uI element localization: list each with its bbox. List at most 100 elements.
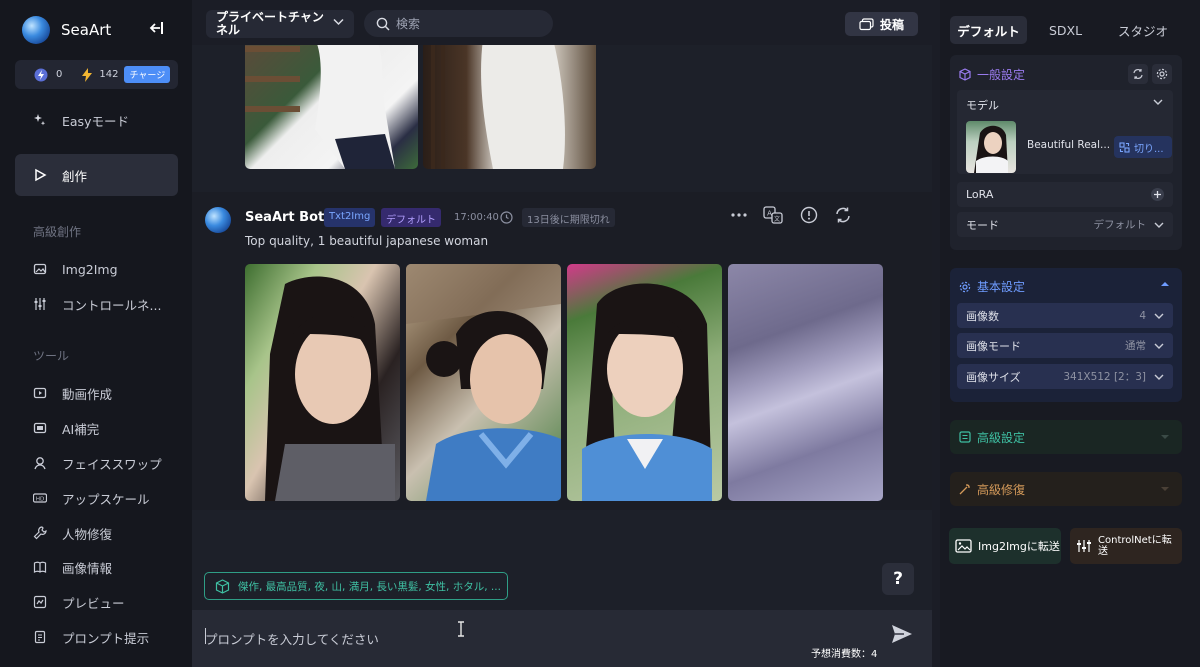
sliders-icon — [34, 298, 46, 310]
nav-tool-video[interactable]: 動画作成 — [15, 376, 178, 410]
more-icon[interactable] — [731, 212, 747, 218]
settings-button[interactable] — [1152, 64, 1172, 84]
mode-value: デフォルト — [1093, 219, 1147, 231]
video-icon — [33, 387, 47, 399]
nav-tool-image-info[interactable]: 画像情報 — [15, 550, 178, 584]
seaart-logo-icon — [22, 16, 50, 44]
channel-selector[interactable]: プライベートチャン ネル — [206, 10, 354, 38]
refresh-button[interactable] — [1128, 64, 1148, 84]
sparkle-icon — [34, 114, 46, 126]
chevron-down-icon[interactable] — [333, 18, 344, 26]
add-lora-icon[interactable] — [1151, 188, 1164, 201]
generated-image-4[interactable] — [728, 264, 883, 501]
previous-image-1-art — [245, 39, 395, 169]
image-mode-value: 通常 — [1125, 340, 1146, 352]
send-icon[interactable] — [891, 624, 913, 644]
svg-text:HD: HD — [36, 497, 44, 503]
nav-tool-upscale[interactable]: HD アップスケール — [15, 481, 178, 515]
search-icon — [376, 17, 390, 31]
nav-tool-label: プレビュー — [62, 595, 125, 611]
nav-tool-label: 動画作成 — [62, 386, 113, 402]
help-button[interactable]: ? — [882, 563, 914, 595]
prompt-suggestion[interactable]: 傑作, 最高品質, 夜, 山, 満月, 長い黒髪, 女性, ホタル, ... — [204, 572, 508, 600]
chevron-down-icon — [1154, 222, 1164, 228]
collapse-sidebar-icon[interactable] — [148, 20, 164, 36]
bot-name: SeaArt Bot — [245, 210, 325, 225]
nav-create-label: 創作 — [62, 168, 88, 184]
nav-tool-label: AI補完 — [62, 421, 100, 437]
advanced-settings-panel[interactable]: 高級設定 — [950, 420, 1182, 454]
generated-image-1[interactable] — [245, 264, 400, 501]
send-to-controlnet-label-line1: ControlNetに転 — [1098, 535, 1172, 546]
stamina-icon — [34, 68, 48, 81]
image-size-row[interactable]: 画像サイズ 341X512 [2：3] — [957, 364, 1173, 389]
expand-icon — [1161, 487, 1169, 491]
image-count-row[interactable]: 画像数 4 — [957, 303, 1173, 328]
nav-tool-prompt-hint[interactable]: プロンプト提示 — [15, 620, 178, 654]
brand-logo[interactable]: SeaArt — [22, 14, 111, 46]
post-button[interactable]: 投稿 — [845, 12, 918, 36]
translate-icon[interactable]: A文 — [763, 206, 783, 224]
ibeam-cursor-icon — [456, 621, 466, 637]
nav-img2img[interactable]: Img2Img — [15, 252, 178, 286]
model-thumbnail — [966, 121, 1016, 173]
switch-model-button[interactable]: 切り... — [1114, 136, 1172, 158]
estimated-cost: 予想消費数：4 — [811, 649, 878, 660]
regenerate-icon[interactable] — [834, 206, 852, 224]
mode-label: モード — [966, 218, 999, 232]
collapse-icon[interactable] — [1160, 281, 1170, 287]
chevron-down-icon[interactable] — [1153, 98, 1163, 106]
previous-image-2-art — [431, 39, 565, 169]
send-to-controlnet-button[interactable]: ControlNetに転 送 — [1070, 528, 1182, 564]
model-thumbnail-art — [974, 125, 1008, 173]
mode-row[interactable]: モード デフォルト — [957, 212, 1173, 237]
image-mode-row[interactable]: 画像モード 通常 — [957, 333, 1173, 358]
switch-icon — [1119, 141, 1130, 153]
nav-tool-label: プロンプト提示 — [62, 630, 150, 646]
portrait-2-art — [406, 264, 561, 501]
nav-tool-ai-fill[interactable]: AI補完 — [15, 411, 178, 445]
send-to-img2img-button[interactable]: Img2Imgに転送 — [949, 528, 1061, 564]
section-advanced-create: 高級創作 — [33, 225, 82, 239]
image-size-label: 画像サイズ — [966, 370, 1021, 384]
text-cursor — [205, 628, 206, 644]
nav-easy-mode[interactable]: Easyモード — [15, 103, 178, 137]
tab-default[interactable]: デフォルト — [950, 16, 1027, 44]
prompt-input[interactable]: プロンプトを入力してください — [205, 629, 379, 648]
previous-image-2[interactable] — [423, 39, 596, 169]
advanced-settings-title: 高級設定 — [977, 430, 1026, 445]
portrait-1-art — [265, 276, 395, 501]
lora-label: LoRA — [966, 188, 994, 201]
send-to-controlnet-label-line2: 送 — [1098, 546, 1108, 557]
face-icon — [34, 457, 46, 470]
expiry-badge: 13日後に期限切れ — [522, 208, 615, 227]
refresh-icon — [1133, 69, 1143, 79]
nav-tool-label: フェイススワップ — [62, 456, 162, 472]
generated-image-3[interactable] — [567, 264, 722, 501]
hd-icon: HD — [33, 493, 47, 503]
book-icon — [33, 561, 47, 573]
lora-row[interactable]: LoRA — [957, 182, 1173, 207]
previous-image-1[interactable] — [245, 39, 418, 169]
mode-tag: Txt2Img — [324, 208, 376, 227]
nav-create[interactable]: 創作 — [15, 154, 178, 196]
generated-image-2[interactable] — [406, 264, 561, 501]
sliders-icon — [1077, 540, 1091, 552]
tab-sdxl[interactable]: SDXL — [1027, 16, 1104, 44]
basic-settings-title: 基本設定 — [977, 280, 1026, 294]
advanced-repair-panel[interactable]: 高級修復 — [950, 472, 1182, 506]
nav-tool-repair[interactable]: 人物修復 — [15, 516, 178, 550]
report-icon[interactable] — [800, 206, 818, 224]
nav-controlnet[interactable]: コントロールネ... — [15, 287, 178, 321]
search-placeholder[interactable]: 検索 — [396, 15, 420, 32]
general-settings-header[interactable]: 一般設定 — [959, 66, 1025, 83]
cube-icon — [215, 578, 230, 594]
magic-wand-icon — [959, 484, 970, 495]
section-tools: ツール — [33, 349, 70, 363]
nav-tool-preview[interactable]: プレビュー — [15, 585, 178, 619]
nav-tool-face-swap[interactable]: フェイススワップ — [15, 446, 178, 480]
tab-studio[interactable]: スタジオ — [1104, 16, 1182, 44]
basic-settings-header[interactable]: 基本設定 — [959, 278, 1025, 295]
charge-button[interactable]: チャージ — [124, 66, 171, 83]
search-box[interactable]: 検索 — [364, 10, 553, 37]
